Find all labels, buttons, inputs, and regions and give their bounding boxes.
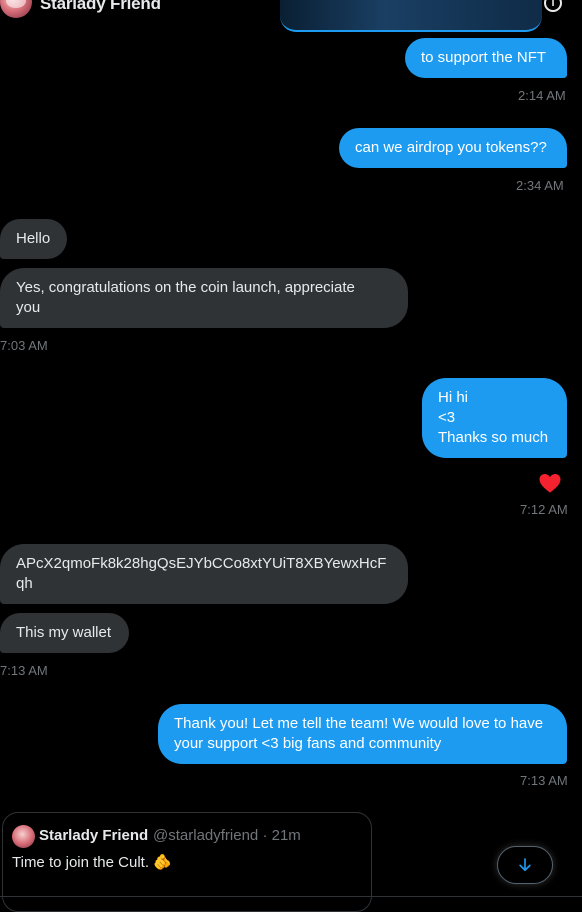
- message-text: This my wallet: [16, 624, 112, 641]
- tweet-author-name[interactable]: Starlady Friend: [39, 827, 148, 844]
- conversation-title[interactable]: Starlady Friend: [40, 0, 161, 14]
- message-bubble[interactable]: to support the NFT: [405, 38, 567, 78]
- message-text-line: APcX2qmoFk8k28hgQsEJYbCCo8xtYUiT8XBYewxH…: [16, 555, 387, 572]
- avatar-icon[interactable]: [0, 0, 32, 18]
- message-timestamp: 7:12 AM: [520, 502, 568, 517]
- message-text-line: Yes, congratulations on the coin launch,…: [16, 279, 355, 296]
- tweet-text: Time to join the Cult. 🫵: [12, 854, 172, 871]
- divider: [0, 896, 582, 897]
- message-text-line: Thank you! Let me tell the team! We woul…: [174, 715, 544, 732]
- pinned-media-strip: [280, 0, 542, 32]
- arrow-down-icon: [519, 858, 531, 872]
- message-timestamp: 7:03 AM: [0, 338, 48, 353]
- message-bubble[interactable]: Hello: [0, 219, 67, 259]
- message-text: Hello: [16, 230, 51, 247]
- message-timestamp: 2:34 AM: [516, 178, 564, 193]
- scroll-to-bottom-button[interactable]: [497, 846, 553, 884]
- message-text: can we airdrop you tokens??: [355, 139, 547, 156]
- message-bubble[interactable]: Hi hi <3 Thanks so much: [422, 378, 567, 458]
- message-bubble[interactable]: Thank you! Let me tell the team! We woul…: [158, 704, 567, 764]
- info-icon[interactable]: i: [544, 0, 562, 12]
- message-bubble[interactable]: can we airdrop you tokens??: [339, 128, 567, 168]
- message-bubble[interactable]: APcX2qmoFk8k28hgQsEJYbCCo8xtYUiT8XBYewxH…: [0, 544, 408, 604]
- message-timestamp: 7:13 AM: [520, 773, 568, 788]
- message-text-line: you: [16, 299, 41, 316]
- message-text-line: your support <3 big fans and community: [174, 735, 442, 752]
- tweet-handle-time: @starladyfriend · 21m: [153, 827, 301, 844]
- message-text-line: Thanks so much: [438, 429, 549, 446]
- message-bubble[interactable]: Yes, congratulations on the coin launch,…: [0, 268, 408, 328]
- heart-icon[interactable]: [538, 471, 562, 495]
- message-text-line: qh: [16, 575, 33, 592]
- message-text-line: Hi hi: [438, 389, 469, 406]
- message-bubble[interactable]: This my wallet: [0, 613, 129, 653]
- tweet-avatar-icon[interactable]: [12, 825, 35, 848]
- message-text: to support the NFT: [421, 49, 547, 66]
- message-text-line: <3: [438, 409, 456, 426]
- message-timestamp: 7:13 AM: [0, 663, 48, 678]
- message-timestamp: 2:14 AM: [518, 88, 566, 103]
